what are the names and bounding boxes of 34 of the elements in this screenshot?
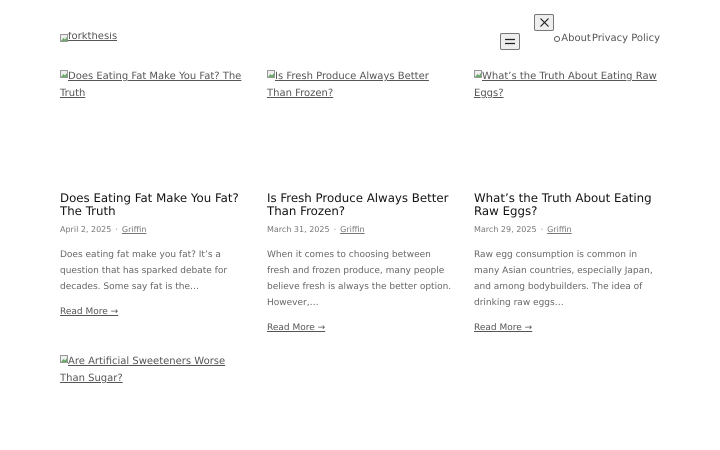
broken-image-icon: [60, 355, 68, 363]
image-alt-link[interactable]: Are Artificial Sweeteners Worse Than Sugar?: [60, 353, 247, 387]
close-button[interactable]: [534, 14, 554, 31]
author-link[interactable]: Griffin: [340, 225, 365, 234]
image-alt-link[interactable]: What’s the Truth About Eating Raw Eggs?: [474, 68, 661, 102]
list-bullet: [554, 36, 560, 42]
post-date: March 29, 2025: [474, 225, 537, 234]
post-excerpt: Raw egg consumption is common in many Asian countries, especially Japan, and among bodybuilders. The idea of drinking raw eggs…: [474, 249, 654, 310]
read-more-link[interactable]: Read More →: [60, 307, 118, 317]
author-link[interactable]: Griffin: [122, 225, 146, 234]
broken-image-icon: [60, 70, 68, 78]
image-alt-link[interactable]: Is Fresh Produce Always Better Than Frozen?: [267, 68, 454, 102]
meta-separator: ·: [115, 225, 118, 234]
menu-icon: [505, 38, 516, 45]
broken-image-icon: [474, 70, 482, 78]
nav-link[interactable]: Privacy Policy: [592, 33, 660, 44]
read-more-link[interactable]: Read More →: [474, 323, 532, 333]
post-title[interactable]: What’s the Truth About Eating Raw Eggs?: [474, 192, 661, 218]
post-date: April 2, 2025: [60, 225, 112, 234]
nav-link[interactable]: About: [561, 33, 591, 44]
post-excerpt: Does eating fat make you fat? It’s a question that has sparked debate for decades. Some say fat is the…: [60, 249, 228, 294]
meta-separator: ·: [334, 225, 336, 234]
author-link[interactable]: Griffin: [547, 225, 572, 234]
post-excerpt: When it comes to choosing between fresh and frozen produce, many people believe fresh is always the better option. However,…: [267, 249, 452, 310]
post-title[interactable]: Is Fresh Produce Always Better Than Frozen?: [267, 192, 454, 218]
image-alt-link[interactable]: Does Eating Fat Make You Fat? The Truth: [60, 68, 247, 102]
close-icon: [540, 18, 549, 27]
read-more-link[interactable]: Read More →: [267, 323, 326, 333]
broken-image-icon: [60, 34, 68, 42]
post-title[interactable]: Does Eating Fat Make You Fat? The Truth: [60, 192, 247, 218]
post-date: March 31, 2025: [267, 225, 330, 234]
broken-image-icon: [267, 70, 275, 78]
meta-separator: ·: [540, 225, 544, 234]
menu-button[interactable]: [500, 33, 520, 50]
